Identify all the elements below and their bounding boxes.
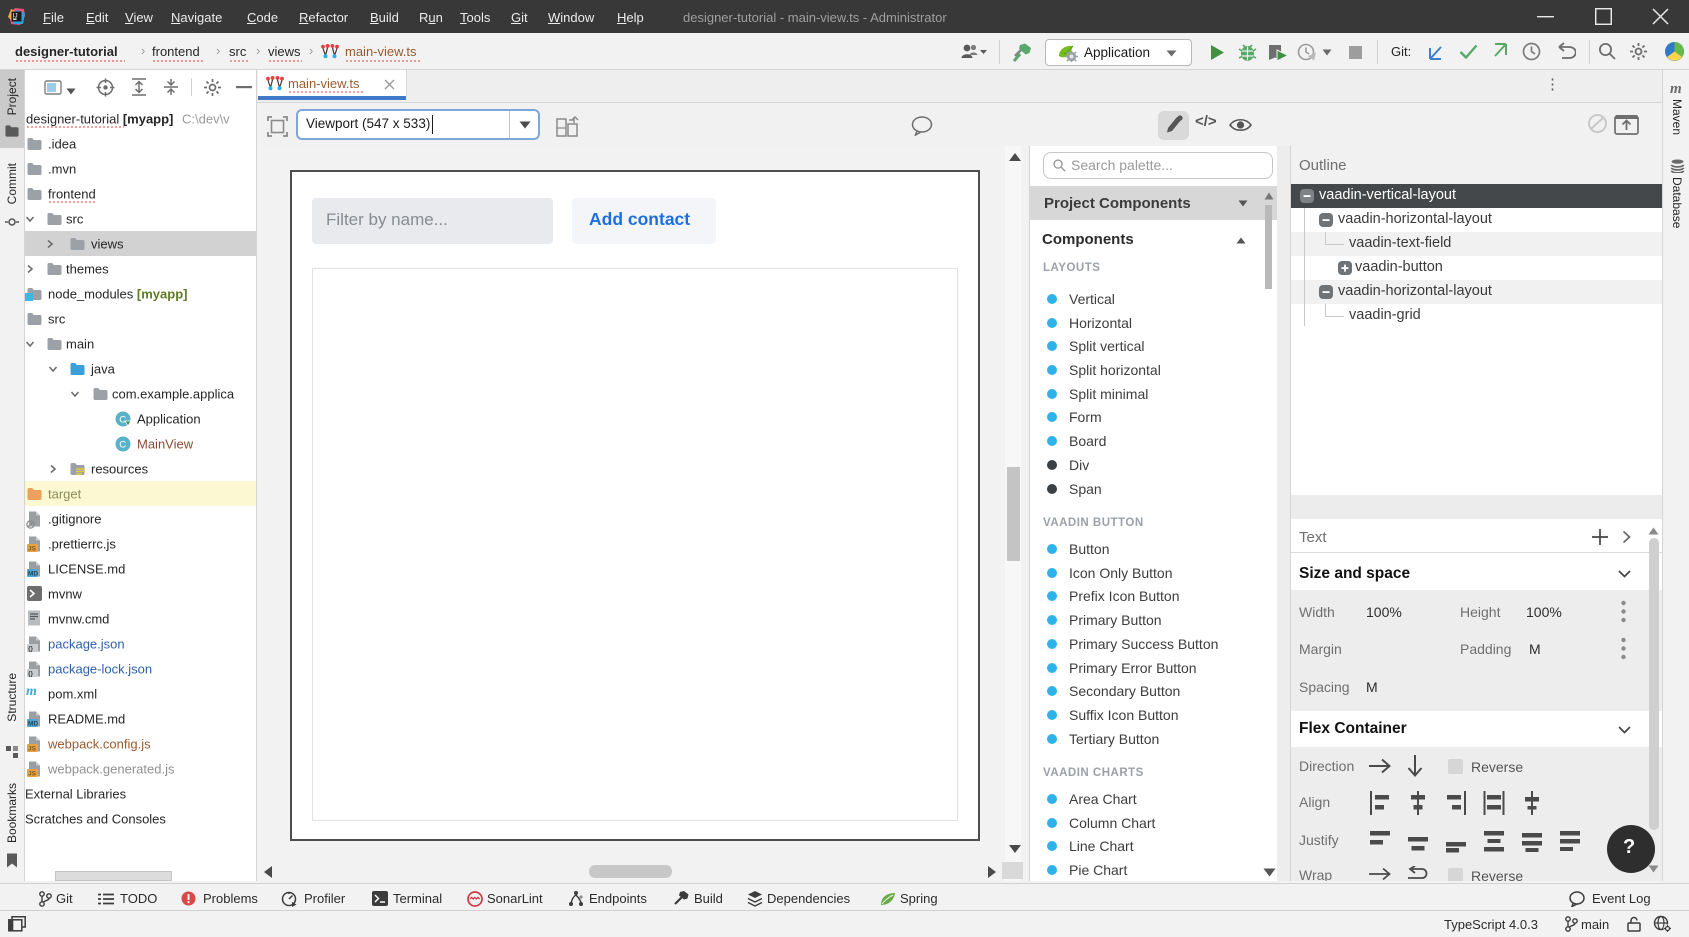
svg-text:IJ: IJ bbox=[13, 12, 18, 19]
svg-text:JS: JS bbox=[28, 746, 37, 752]
svg-text:{}: {} bbox=[28, 646, 34, 652]
svg-text:MD: MD bbox=[28, 571, 38, 577]
svg-text:{}: {} bbox=[28, 671, 34, 677]
svg-text:C: C bbox=[119, 439, 126, 450]
svg-text:JS: JS bbox=[28, 546, 37, 552]
svg-text:JS: JS bbox=[28, 771, 37, 777]
svg-text:C: C bbox=[119, 414, 126, 425]
svg-text:MD: MD bbox=[28, 721, 38, 727]
